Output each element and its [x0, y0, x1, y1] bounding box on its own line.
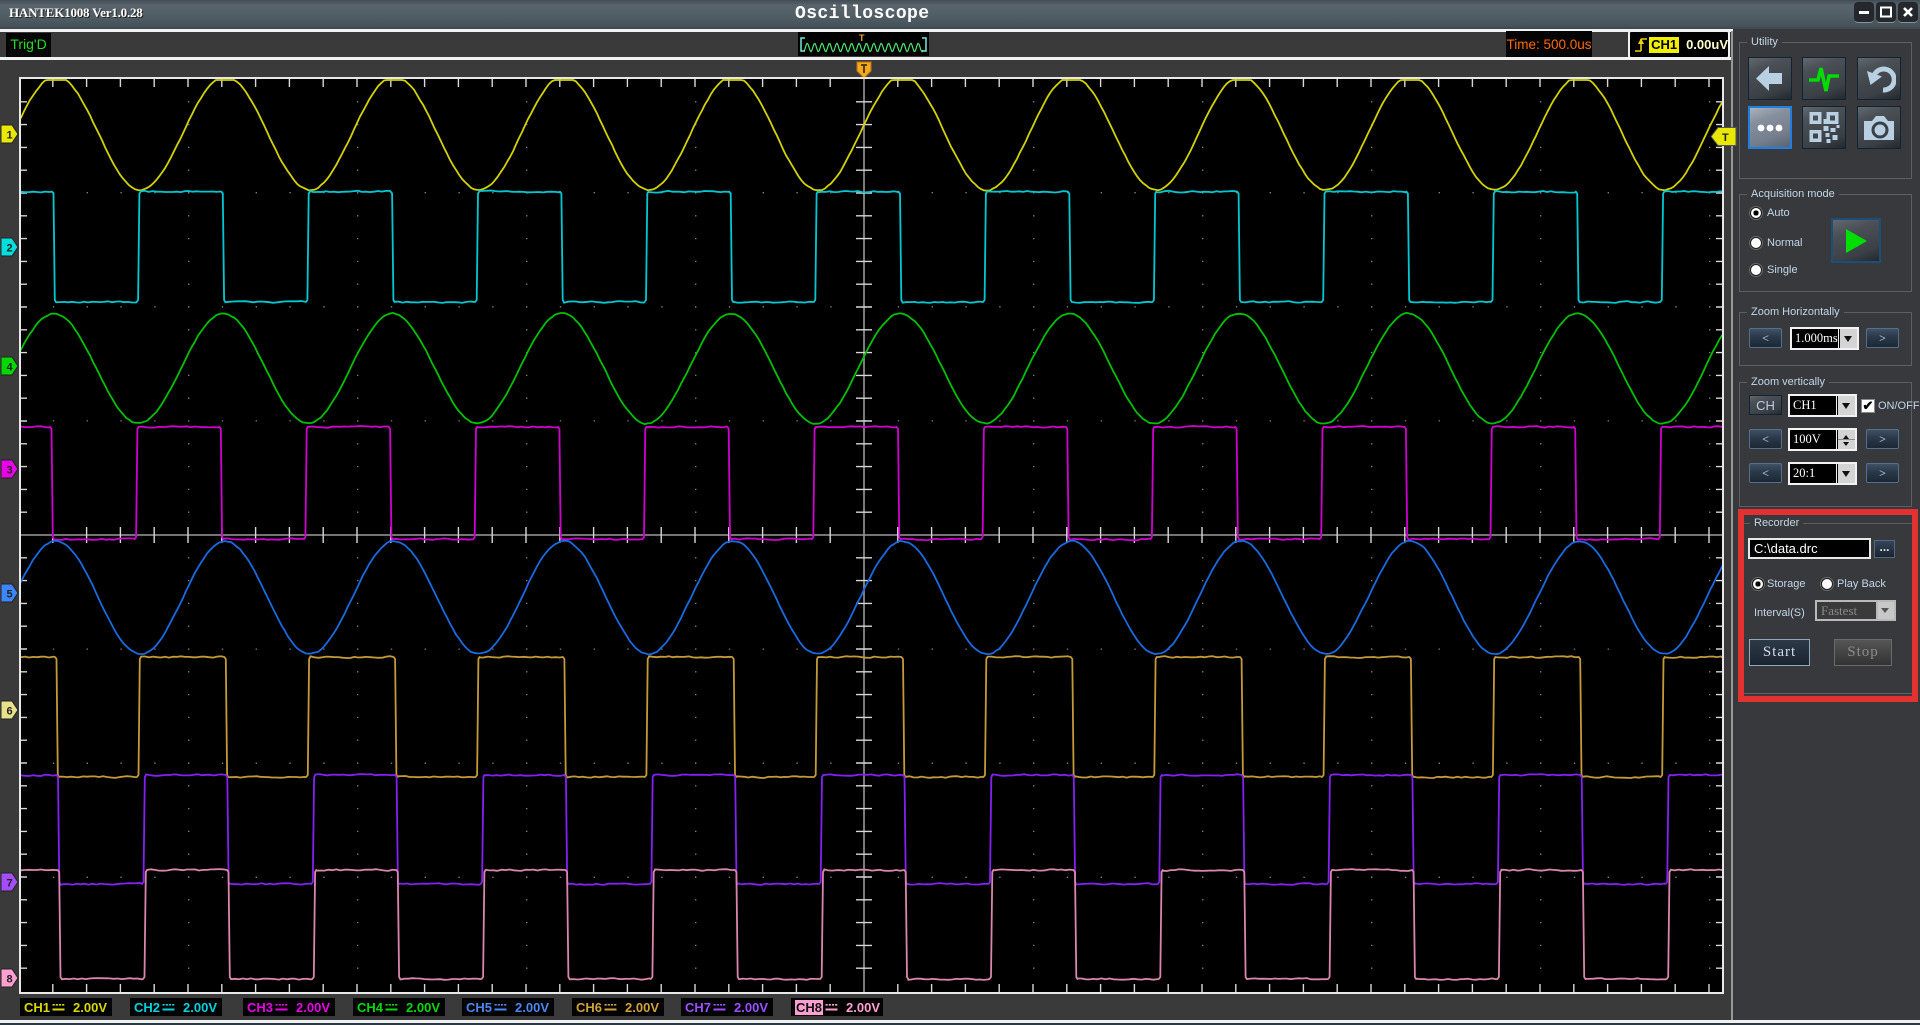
svg-text:3: 3	[7, 465, 13, 477]
svg-text:4: 4	[7, 362, 14, 374]
svg-text:T: T	[1722, 132, 1729, 144]
svg-text:7: 7	[7, 878, 13, 890]
svg-text:T: T	[859, 33, 865, 43]
svg-text:2: 2	[7, 243, 13, 255]
svg-text:5: 5	[7, 589, 13, 601]
svg-text:6: 6	[7, 706, 13, 718]
svg-text:8: 8	[7, 974, 13, 986]
svg-text:1: 1	[7, 130, 13, 142]
